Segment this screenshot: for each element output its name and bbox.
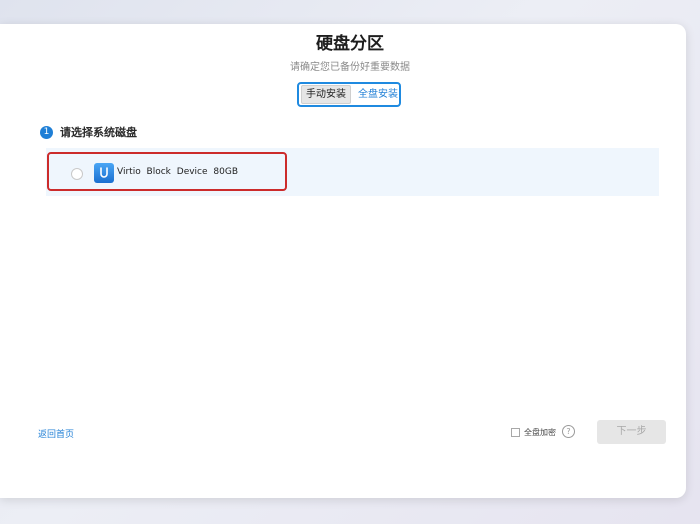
step-label: 请选择系统磁盘	[60, 126, 137, 139]
question-circle-icon[interactable]: ?	[562, 425, 575, 438]
step-number-badge: 1	[40, 125, 53, 139]
back-to-home-link[interactable]: 返回首页	[38, 427, 74, 440]
full-disk-install-button[interactable]: 全盘安装	[354, 86, 402, 103]
install-mode-toggle: 手动安装 全盘安装	[297, 82, 401, 107]
step-header: 1 请选择系统磁盘	[40, 124, 137, 140]
disk-name-label: Virtio Block Device 80GB	[117, 167, 238, 177]
manual-install-button[interactable]: 手动安装	[301, 85, 351, 104]
page-title: 硬盘分区	[316, 34, 384, 54]
full-disk-encryption-option[interactable]: 全盘加密	[511, 427, 556, 438]
encryption-checkbox[interactable]	[511, 428, 520, 437]
disk-radio-button[interactable]	[71, 168, 83, 180]
next-step-button[interactable]: 下一步	[597, 420, 666, 444]
disk-drive-icon	[94, 163, 114, 183]
encryption-label: 全盘加密	[524, 428, 556, 437]
page-subtitle: 请确定您已备份好重要数据	[290, 62, 410, 73]
